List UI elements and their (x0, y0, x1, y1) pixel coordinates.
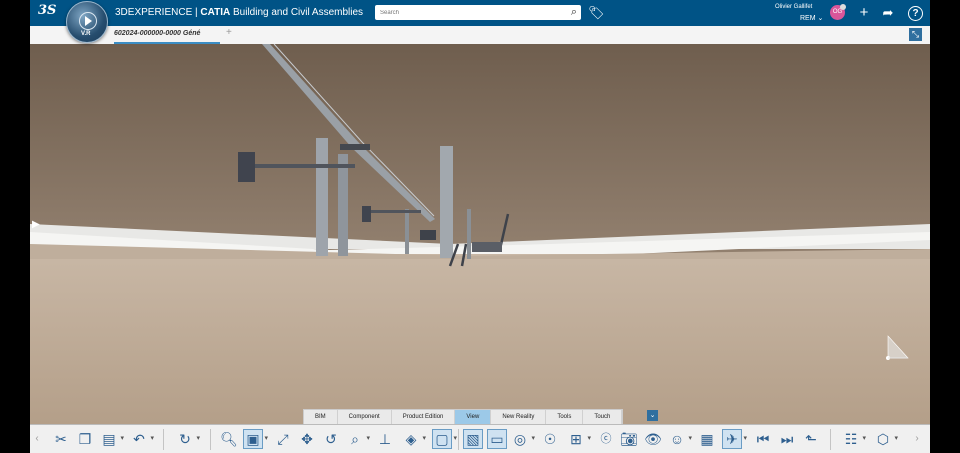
tab-view[interactable]: View (455, 410, 492, 424)
fit-all-icon[interactable]: ⤢ (274, 430, 292, 448)
tab-document[interactable]: 602024-000000-0000 Géné (114, 26, 220, 44)
previous-icon[interactable]: ⊞ ▾ (567, 430, 591, 448)
paste-icon[interactable]: ▤ ▾ (100, 430, 124, 448)
fly-icon[interactable]: ☺ ▾ (668, 430, 692, 448)
column-5 (467, 209, 471, 259)
chevron-right-icon[interactable]: ▶ (32, 219, 40, 230)
toolbar-separator (210, 429, 211, 450)
bracket-3 (420, 230, 436, 240)
walk-icon[interactable]: 👁︎ (644, 430, 662, 448)
arm-2 (371, 210, 421, 213)
bracket-1 (238, 152, 255, 182)
add-tab-button[interactable]: + (226, 27, 232, 38)
search-icon[interactable]: ⌕ (571, 6, 577, 19)
tab-bim[interactable]: BIM (304, 410, 338, 424)
visibility-icon[interactable]: ▭ (487, 429, 507, 449)
copy-icon[interactable]: ❐ (76, 430, 94, 448)
tab-bar: 602024-000000-0000 Géné + ⤡ (30, 26, 930, 45)
bracket-2 (362, 206, 371, 222)
scroll-right-icon[interactable]: › (912, 430, 922, 448)
tab-product-edition[interactable]: Product Edition (392, 410, 456, 424)
share-icon[interactable]: ➦ (879, 4, 897, 22)
user-name[interactable]: Olivier Gallifet (775, 4, 812, 10)
cut-icon[interactable]: ✂ (52, 430, 70, 448)
app-title: 3DEXPERIENCE | CATIA Building and Civil … (115, 7, 363, 18)
snapshot-icon[interactable]: ⏭ (778, 430, 796, 448)
floor (30, 254, 930, 424)
top-bar: 3S V.R 3DEXPERIENCE | CATIA Building and… (30, 0, 930, 43)
tab-touch[interactable]: Touch (583, 410, 623, 424)
pan-icon[interactable]: ✥ (298, 430, 316, 448)
help-icon[interactable]: ? (908, 6, 923, 21)
view-cube-icon[interactable]: ▣ ▾ (243, 429, 268, 449)
action-toolbar: ‹ ✂ ❐ ▤ ▾ ↶ ▾ ↻ ▾ 🔍︎ ▣ ▾ ⤢ ✥ ↺ ⌕ ▾ ⊥ ◈ ▾ ▢ ▾ ▧ … (30, 424, 930, 453)
column-2 (338, 154, 348, 256)
update-icon[interactable]: ↻ ▾ (176, 430, 200, 448)
toolbar-separator (830, 429, 831, 450)
cube-icon[interactable]: ☷ ▾ (842, 430, 866, 448)
search-input[interactable] (375, 5, 560, 20)
tab-new-reality[interactable]: New Reality (491, 410, 547, 424)
compass-version: V.R (81, 31, 91, 37)
add-icon[interactable]: + (855, 4, 873, 22)
zoom-icon[interactable]: 🔍︎ (220, 430, 238, 448)
user-role[interactable]: REM ⌄ (800, 14, 823, 22)
arm-1 (255, 164, 355, 168)
next-icon[interactable]: ⏮ (754, 430, 772, 448)
ds-logo-icon[interactable]: 3S (38, 3, 60, 23)
tree-icon[interactable]: ⬑ (802, 430, 820, 448)
section-tabs: BIM Component Product Edition View New R… (303, 409, 624, 425)
settings-cube-icon[interactable]: ⬡ ▾ (874, 430, 898, 448)
axis-triad-icon[interactable] (882, 334, 912, 364)
search-box[interactable]: ⌕ (375, 5, 581, 20)
tag-icon[interactable]: 🏷︎ (588, 5, 605, 21)
layout-icon[interactable]: ☉ (541, 430, 559, 448)
chevron-down-icon: ⌄ (817, 15, 824, 22)
user-role-label: REM (800, 15, 816, 22)
display-icon[interactable]: ▧ (463, 429, 483, 449)
capture-icon[interactable]: ▢ ▾ (432, 429, 457, 449)
lighting-icon[interactable]: ◎ ▾ (511, 430, 535, 448)
brand-name: 3DEXPERIENCE (115, 7, 193, 18)
scroll-left-icon[interactable]: ‹ (32, 430, 42, 448)
column-1 (316, 138, 328, 256)
first-icon[interactable]: ✈ ▾ (722, 429, 747, 449)
render-style-icon[interactable]: ◈ ▾ (402, 430, 426, 448)
column-3 (440, 146, 453, 258)
app-name-bold: CATIA (200, 7, 231, 18)
camera-icon[interactable]: ⓒ (597, 430, 615, 448)
expand-icon[interactable]: ⤡ (909, 28, 922, 41)
app-name: Building and Civil Assemblies (230, 7, 364, 18)
app-window: 3S V.R 3DEXPERIENCE | CATIA Building and… (30, 0, 930, 453)
column-4 (405, 209, 409, 254)
scene-render (30, 44, 930, 424)
3d-viewport[interactable]: ▶ (30, 44, 930, 424)
equipment-box (472, 242, 502, 252)
arm-3 (340, 144, 370, 150)
zoom-area-icon[interactable]: ⌕ ▾ (346, 430, 370, 448)
notification-dot (840, 4, 846, 10)
measure-icon[interactable]: ▦ (698, 430, 716, 448)
normal-view-icon[interactable]: ⊥ (376, 430, 394, 448)
undo-icon[interactable]: ↶ ▾ (130, 430, 154, 448)
compass-widget[interactable]: V.R (66, 1, 108, 43)
tab-tools[interactable]: Tools (546, 410, 584, 424)
look-icon[interactable]: 📷︎ (620, 430, 638, 448)
tab-component[interactable]: Component (338, 410, 392, 424)
toolbar-separator (458, 429, 459, 450)
more-tabs-icon[interactable]: ⌄ (647, 410, 658, 421)
rotate-icon[interactable]: ↺ (322, 430, 340, 448)
play-icon[interactable] (79, 12, 97, 30)
toolbar-separator (163, 429, 164, 450)
